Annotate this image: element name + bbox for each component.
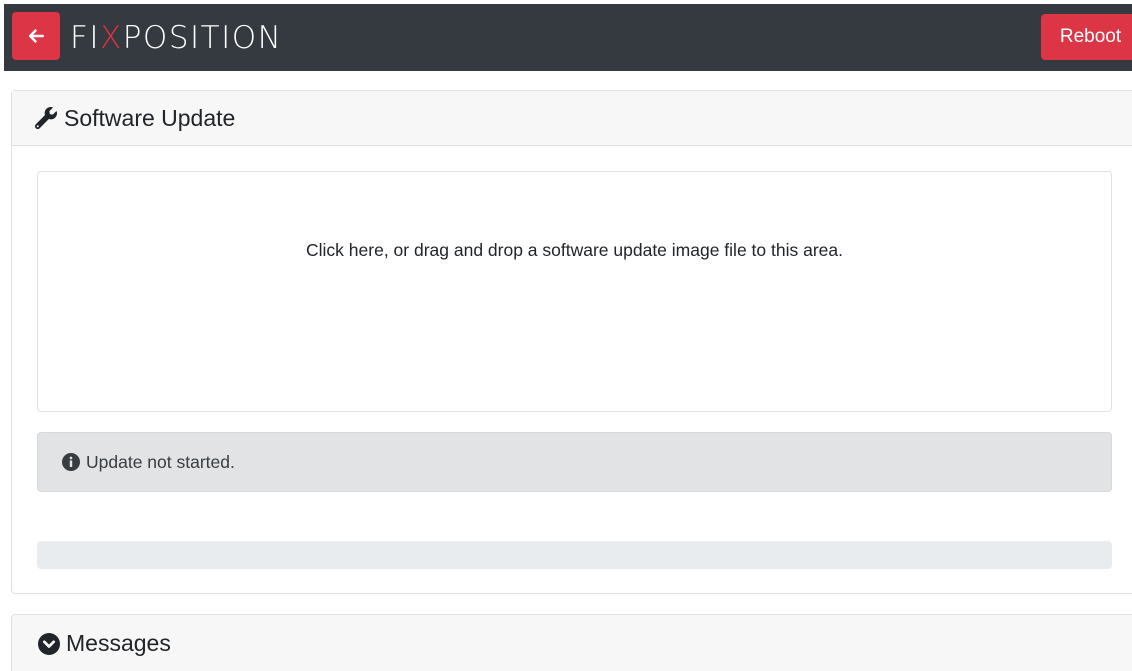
software-update-card: Software Update Click here, or drag and … [11,90,1132,594]
messages-card: Messages [11,614,1132,671]
back-button[interactable] [12,12,60,60]
update-status-alert: Update not started. [37,432,1112,492]
brand-prefix: FI [70,20,100,56]
drop-zone-text: Click here, or drag and drop a software … [306,240,843,260]
chevron-circle-down-icon [38,632,60,655]
arrow-left-icon [28,29,44,43]
update-status-text: Update not started. [86,451,235,472]
messages-header[interactable]: Messages [12,615,1132,671]
brand-x: X [99,20,123,56]
brand-suffix: POSITION [122,20,283,56]
software-update-title: Software Update [64,104,236,131]
info-circle-icon [62,453,80,471]
wrench-icon [35,107,57,129]
reboot-button[interactable]: Reboot [1041,14,1132,60]
update-progress-bar [37,541,1112,569]
file-drop-zone[interactable]: Click here, or drag and drop a software … [37,171,1112,412]
software-update-header: Software Update [12,91,1132,146]
brand-logo: FI X POSITION [70,18,282,58]
top-navbar: FI X POSITION Reboot [4,4,1132,71]
messages-title: Messages [66,630,171,656]
